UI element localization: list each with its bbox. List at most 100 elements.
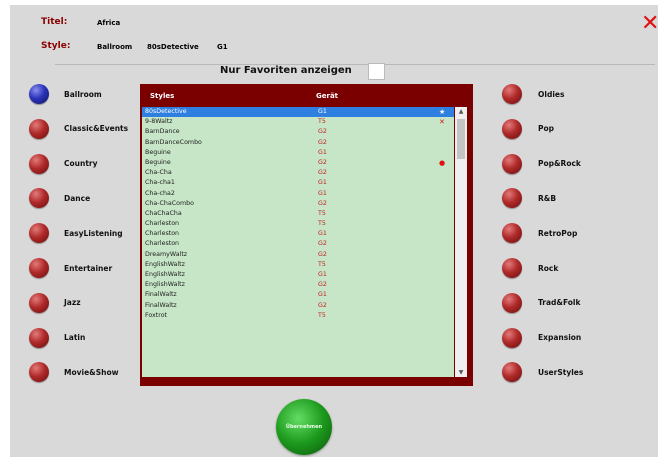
category-button-r-and-b[interactable]: R&B bbox=[502, 187, 556, 209]
device-cell: T5 bbox=[318, 209, 326, 217]
table-row[interactable]: Foxtrot T5 bbox=[142, 311, 454, 321]
style-name-cell: Cha-Cha bbox=[145, 169, 172, 177]
category-label: Pop bbox=[538, 124, 555, 134]
table-row[interactable]: Cha-cha1 G1 bbox=[142, 178, 454, 188]
table-row[interactable]: Cha-ChaCombo G2 bbox=[142, 199, 454, 209]
selected-category-ball-icon bbox=[29, 84, 49, 104]
device-cell: T5 bbox=[318, 118, 326, 126]
table-row[interactable]: ChaChaCha T5 bbox=[142, 209, 454, 219]
style-name-cell: Cha-cha1 bbox=[145, 179, 175, 187]
table-row[interactable]: Cha-cha2 G1 bbox=[142, 189, 454, 199]
category-ball-icon bbox=[502, 258, 522, 278]
category-button-classic-and-events[interactable]: Classic&Events bbox=[29, 118, 128, 140]
scroll-thumb[interactable] bbox=[457, 119, 465, 159]
category-ball-icon bbox=[29, 292, 49, 313]
table-row[interactable]: BarnDance G2 bbox=[142, 127, 454, 137]
remove-x-icon[interactable]: ✕ bbox=[439, 117, 445, 127]
table-row[interactable]: EnglishWaltz G2 bbox=[142, 280, 454, 290]
category-button-latin[interactable]: Latin bbox=[29, 327, 85, 349]
device-cell: G2 bbox=[318, 301, 327, 309]
category-button-userstyles[interactable]: UserStyles bbox=[502, 361, 583, 383]
style-name-cell: EnglishWaltz bbox=[145, 281, 185, 289]
category-button-oldies[interactable]: Oldies bbox=[502, 83, 564, 105]
device-cell: G1 bbox=[318, 189, 327, 197]
table-row[interactable]: EnglishWaltz T5 bbox=[142, 260, 454, 270]
device-cell: T5 bbox=[318, 260, 326, 268]
category-button-retropop[interactable]: RetroPop bbox=[502, 222, 577, 244]
favorite-star-icon[interactable]: ★ bbox=[439, 107, 445, 117]
category-label: Latin bbox=[64, 333, 86, 343]
table-row[interactable]: 9-8Waltz T5 ✕ bbox=[142, 117, 454, 127]
close-icon[interactable]: ✕ bbox=[641, 13, 658, 35]
style-name-cell: Charleston bbox=[145, 220, 180, 228]
category-ball-icon bbox=[502, 292, 522, 313]
list-scrollbar[interactable]: ▲ ▼ bbox=[455, 107, 467, 377]
category-button-rock[interactable]: Rock bbox=[502, 257, 558, 279]
category-button-dance[interactable]: Dance bbox=[29, 187, 90, 209]
table-row[interactable]: Cha-Cha G2 bbox=[142, 168, 454, 178]
style-name-cell: BarnDance bbox=[145, 128, 180, 136]
dot-icon[interactable]: ● bbox=[439, 158, 445, 168]
table-row[interactable]: FinalWaltz G1 bbox=[142, 290, 454, 300]
device-cell: G1 bbox=[318, 230, 327, 238]
category-ball-icon bbox=[29, 327, 49, 348]
device-cell: G1 bbox=[318, 271, 327, 278]
style-name-cell: Beguine bbox=[145, 148, 171, 156]
category-button-expansion[interactable]: Expansion bbox=[502, 327, 581, 349]
category-label: Pop&Rock bbox=[538, 159, 581, 169]
style-name-cell: BarnDanceCombo bbox=[145, 138, 202, 146]
table-row[interactable]: 80sDetective G1 ★ bbox=[142, 107, 454, 118]
category-label: Country bbox=[64, 159, 98, 169]
category-button-easylistening[interactable]: EasyListening bbox=[29, 222, 123, 244]
device-cell: G1 bbox=[318, 291, 327, 299]
category-button-jazz[interactable]: Jazz bbox=[29, 292, 81, 314]
style-name-cell: Charleston bbox=[145, 230, 180, 238]
style-name-cell: 80sDetective bbox=[145, 108, 187, 115]
table-row[interactable]: Charleston G1 bbox=[142, 229, 454, 239]
category-ball-icon bbox=[502, 118, 522, 139]
style-name-cell: Cha-cha2 bbox=[145, 189, 175, 197]
device-cell: T5 bbox=[318, 220, 326, 228]
category-ball-icon bbox=[502, 223, 522, 244]
apply-button[interactable]: Übernehmen bbox=[276, 399, 332, 455]
device-cell: G2 bbox=[318, 138, 327, 146]
styles-list[interactable]: 80sDetective G1 ★ 9-8Waltz T5 ✕ BarnDance G2 Bar… bbox=[142, 107, 454, 377]
device-cell: T5 bbox=[318, 311, 326, 319]
category-button-trad-and-folk[interactable]: Trad&Folk bbox=[502, 292, 581, 314]
scroll-down-icon[interactable]: ▼ bbox=[455, 368, 467, 377]
device-cell: G2 bbox=[318, 128, 327, 136]
table-row[interactable]: EnglishWaltz G1 bbox=[142, 270, 454, 280]
table-row[interactable]: FinalWaltz G2 bbox=[142, 301, 454, 311]
table-row[interactable]: BarnDanceCombo G2 bbox=[142, 138, 454, 148]
device-cell: G2 bbox=[318, 199, 327, 207]
category-button-entertainer[interactable]: Entertainer bbox=[29, 257, 112, 279]
device-cell: G1 bbox=[318, 108, 327, 115]
category-button-ballroom[interactable]: Ballroom bbox=[29, 83, 102, 105]
style-category-value: Ballroom bbox=[97, 43, 133, 51]
table-row[interactable]: Charleston T5 bbox=[142, 219, 454, 229]
category-button-country[interactable]: Country bbox=[29, 153, 98, 175]
scroll-up-icon[interactable]: ▲ bbox=[455, 107, 467, 116]
style-name-cell: FinalWaltz bbox=[145, 291, 177, 299]
table-row[interactable]: DreamyWaltz G2 bbox=[142, 250, 454, 260]
table-row[interactable]: Charleston G2 bbox=[142, 239, 454, 249]
style-name-cell: ChaChaCha bbox=[145, 209, 182, 217]
device-cell: G2 bbox=[318, 281, 327, 289]
table-row[interactable]: Beguine G2 ● bbox=[142, 158, 454, 168]
style-name-cell: FinalWaltz bbox=[145, 301, 177, 309]
table-row[interactable]: Beguine G1 bbox=[142, 148, 454, 158]
category-button-pop-and-rock[interactable]: Pop&Rock bbox=[502, 153, 581, 175]
category-label: Rock bbox=[538, 263, 559, 273]
category-label: Jazz bbox=[64, 298, 81, 308]
style-name-cell: Foxtrot bbox=[145, 311, 168, 319]
styles-column-header: Styles bbox=[150, 92, 175, 100]
category-label: UserStyles bbox=[538, 367, 584, 377]
device-cell: G2 bbox=[318, 240, 327, 248]
category-ball-icon bbox=[502, 362, 522, 383]
category-button-movie-and-show[interactable]: Movie&Show bbox=[29, 361, 119, 383]
category-ball-icon bbox=[29, 223, 49, 244]
favorites-checkbox[interactable] bbox=[368, 63, 385, 80]
category-button-pop[interactable]: Pop bbox=[502, 118, 554, 140]
category-label: Dance bbox=[64, 193, 91, 203]
title-label: Titel: bbox=[41, 17, 68, 27]
